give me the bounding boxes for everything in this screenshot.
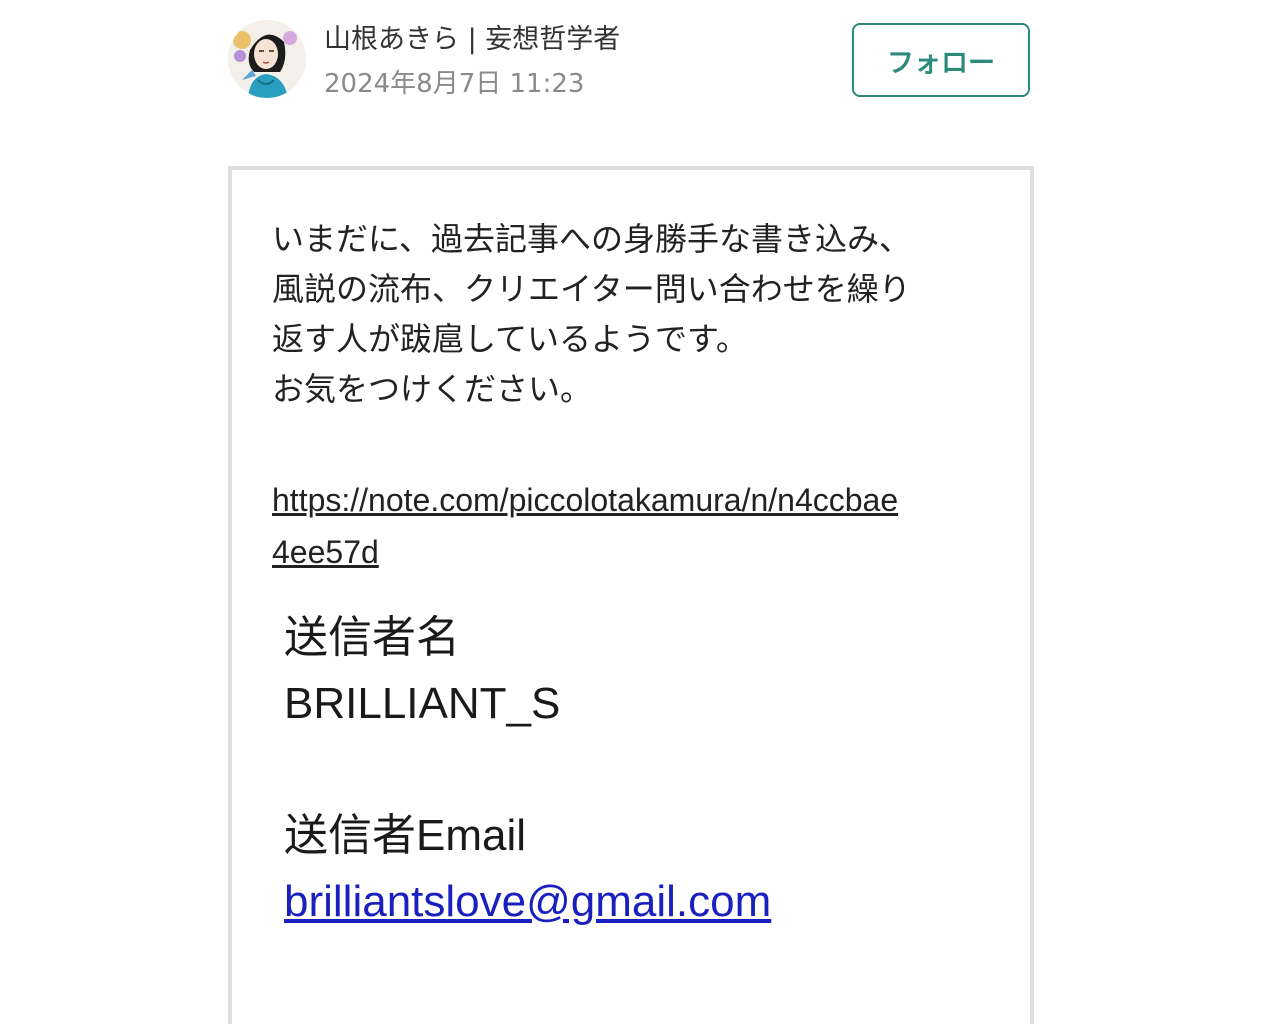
comment-line: お気をつけください。 xyxy=(272,370,593,408)
comment-header: 山根あきら | 妄想哲学者 2024年8月7日 11:23 フォロー xyxy=(228,14,1036,114)
post-date: 2024年8月7日 11:23 xyxy=(324,69,585,99)
comment-line: いまだに、過去記事への身勝手な書き込み、 xyxy=(272,220,912,258)
follow-button[interactable]: フォロー xyxy=(852,23,1030,97)
comment-line: 返す人が跋扈しているようです。 xyxy=(272,320,748,358)
article-link-line2: 4ee57d xyxy=(272,534,379,570)
sender-name-label: 送信者名 xyxy=(284,613,460,662)
author-name[interactable]: 山根あきら | 妄想哲学者 xyxy=(324,20,620,60)
sender-email-value: brilliantslove@gmail.com xyxy=(284,877,772,926)
comment-text: いまだに、過去記事への身勝手な書き込み、 風説の流布、クリエイター問い合わせを繰… xyxy=(272,214,992,414)
comment-page: 山根あきら | 妄想哲学者 2024年8月7日 11:23 フォロー いまだに、… xyxy=(0,0,1280,1024)
comment-line: 風説の流布、クリエイター問い合わせを繰り xyxy=(272,270,911,308)
sender-name-value: BRILLIANT_S xyxy=(284,679,561,728)
avatar-illustration-icon xyxy=(228,20,306,98)
avatar[interactable] xyxy=(228,20,306,98)
comment-card: いまだに、過去記事への身勝手な書き込み、 風説の流布、クリエイター問い合わせを繰… xyxy=(228,166,1034,1024)
sender-email-label: 送信者Email xyxy=(284,811,527,860)
article-link-line1: https://note.com/piccolotakamura/n/n4ccb… xyxy=(272,482,899,518)
embedded-screenshot[interactable]: 送信者名 BRILLIANT_S 送信者Email brilliantslove… xyxy=(272,610,992,1010)
article-link[interactable]: https://note.com/piccolotakamura/n/n4ccb… xyxy=(272,474,992,578)
